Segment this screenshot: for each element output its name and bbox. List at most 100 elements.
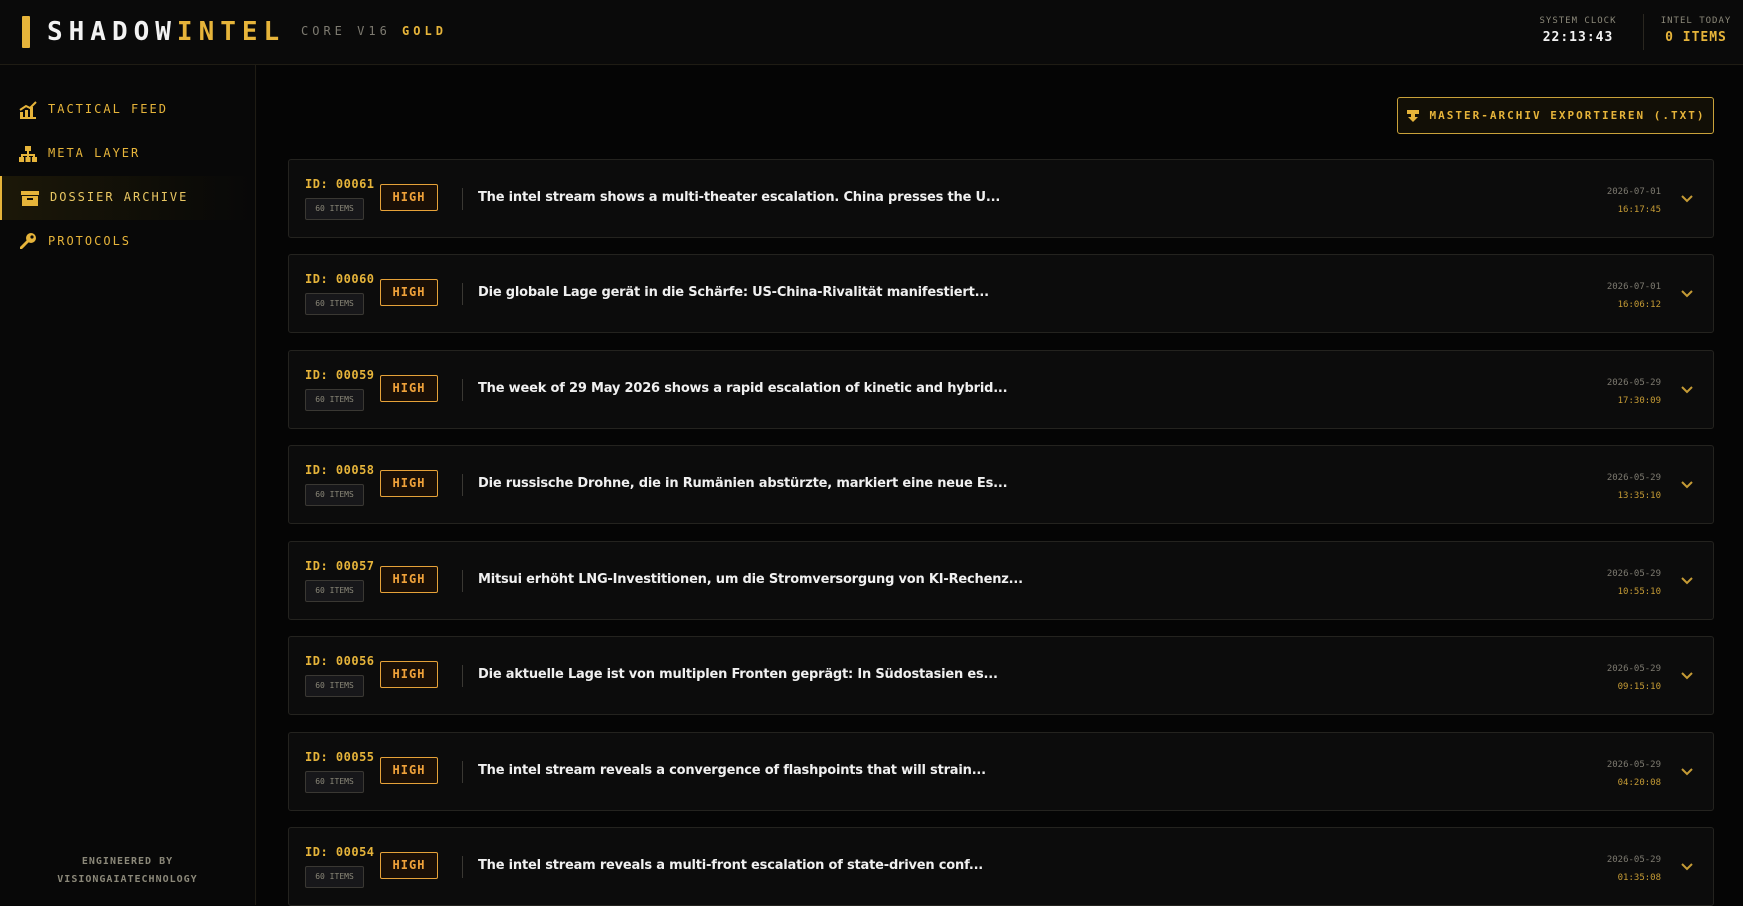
dossier-date: 2026-07-01 bbox=[1606, 187, 1661, 197]
card-divider bbox=[462, 761, 463, 783]
chevron-down-icon[interactable] bbox=[1679, 764, 1695, 780]
dossier-timestamp: 2026-05-29 04:20:08 bbox=[1607, 756, 1661, 792]
card-divider bbox=[462, 188, 463, 210]
dossier-date: 2026-05-29 bbox=[1606, 855, 1661, 865]
card-divider bbox=[462, 665, 463, 687]
chevron-down-icon[interactable] bbox=[1679, 382, 1695, 398]
brand-logo[interactable]: SHADOWINTEL bbox=[47, 17, 285, 47]
core-version: CORE V16 GOLD bbox=[301, 24, 447, 38]
dossier-summary: Die aktuelle Lage ist von multiplen Fron… bbox=[478, 667, 998, 682]
engineered-by-line2: VISIONGAIATECHNOLOGY bbox=[57, 874, 198, 885]
dossier-timestamp: 2026-05-29 01:35:08 bbox=[1607, 851, 1661, 887]
dossier-item-count: 60 ITEMS bbox=[305, 198, 364, 220]
dossier-summary: Die russische Drohne, die in Rumänien ab… bbox=[478, 476, 1008, 491]
dossier-date: 2026-07-01 bbox=[1606, 282, 1661, 292]
dossier-card[interactable]: ID: 00061 60 ITEMS HIGH The intel stream… bbox=[288, 159, 1714, 238]
archive-box-icon bbox=[21, 191, 39, 206]
download-icon bbox=[1406, 109, 1419, 122]
card-divider bbox=[462, 379, 463, 401]
dossier-date: 2026-05-29 bbox=[1606, 473, 1661, 483]
dossier-timestamp: 2026-05-29 17:30:09 bbox=[1607, 374, 1661, 410]
sidebar-item-label: PROTOCOLS bbox=[48, 234, 132, 248]
dossier-timestamp: 2026-07-01 16:06:12 bbox=[1607, 278, 1661, 314]
dossier-timestamp: 2026-05-29 13:35:10 bbox=[1607, 469, 1661, 505]
sidebar-item-label: DOSSIER ARCHIVE bbox=[50, 190, 189, 204]
dossier-card[interactable]: ID: 00058 60 ITEMS HIGH Die russische Dr… bbox=[288, 445, 1714, 524]
chevron-down-icon[interactable] bbox=[1679, 573, 1695, 589]
chevron-down-icon[interactable] bbox=[1679, 477, 1695, 493]
dossier-card[interactable]: ID: 00060 60 ITEMS HIGH Die globale Lage… bbox=[288, 254, 1714, 333]
brand-shadow: SHADOW bbox=[47, 17, 177, 47]
hierarchy-icon bbox=[19, 146, 37, 162]
chevron-down-icon[interactable] bbox=[1679, 668, 1695, 684]
dossier-time: 16:17:45 bbox=[1617, 205, 1661, 215]
dossier-card[interactable]: ID: 00054 60 ITEMS HIGH The intel stream… bbox=[288, 827, 1714, 906]
dossier-id: ID: 00054 bbox=[305, 845, 375, 859]
dossier-summary: The intel stream reveals a convergence o… bbox=[478, 763, 986, 778]
export-master-archive-button[interactable]: MASTER-ARCHIV EXPORTIEREN (.TXT) bbox=[1397, 97, 1714, 134]
dossier-id: ID: 00056 bbox=[305, 654, 375, 668]
dossier-summary: Mitsui erhöht LNG-Investitionen, um die … bbox=[478, 572, 1023, 587]
dossier-id: ID: 00061 bbox=[305, 177, 375, 191]
sidebar-item-dossier-archive[interactable]: DOSSIER ARCHIVE bbox=[0, 176, 255, 220]
dossier-card[interactable]: ID: 00056 60 ITEMS HIGH Die aktuelle Lag… bbox=[288, 636, 1714, 715]
priority-badge: HIGH bbox=[380, 757, 438, 784]
dossier-item-count: 60 ITEMS bbox=[305, 866, 364, 888]
system-clock-label: SYSTEM CLOCK bbox=[1539, 16, 1617, 26]
engineered-by-line1: ENGINEERED BY bbox=[81, 856, 174, 867]
card-divider bbox=[462, 570, 463, 592]
dossier-id: ID: 00055 bbox=[305, 750, 375, 764]
dossier-summary: The intel stream reveals a multi-front e… bbox=[478, 858, 984, 873]
dossier-date: 2026-05-29 bbox=[1606, 664, 1661, 674]
dossier-time: 09:15:10 bbox=[1617, 682, 1661, 692]
export-button-label: MASTER-ARCHIV EXPORTIEREN (.TXT) bbox=[1429, 109, 1706, 122]
dossier-date: 2026-05-29 bbox=[1606, 569, 1661, 579]
intel-today-value: 0 ITEMS bbox=[1665, 30, 1727, 45]
key-icon bbox=[20, 233, 36, 249]
dossier-card[interactable]: ID: 00055 60 ITEMS HIGH The intel stream… bbox=[288, 732, 1714, 811]
priority-badge: HIGH bbox=[380, 184, 438, 211]
priority-badge: HIGH bbox=[380, 279, 438, 306]
dossier-summary: The intel stream shows a multi-theater e… bbox=[478, 190, 1001, 205]
chevron-down-icon[interactable] bbox=[1679, 286, 1695, 302]
dossier-item-count: 60 ITEMS bbox=[305, 675, 364, 697]
dossier-summary: Die globale Lage gerät in die Schärfe: U… bbox=[478, 285, 989, 300]
dossier-timestamp: 2026-05-29 09:15:10 bbox=[1607, 660, 1661, 696]
dossier-date: 2026-05-29 bbox=[1606, 378, 1661, 388]
chevron-down-icon[interactable] bbox=[1679, 191, 1695, 207]
dossier-date: 2026-05-29 bbox=[1606, 760, 1661, 770]
sidebar-item-protocols[interactable]: PROTOCOLS bbox=[0, 220, 255, 264]
priority-badge: HIGH bbox=[380, 375, 438, 402]
dossier-time: 17:30:09 bbox=[1617, 396, 1661, 406]
dossier-card[interactable]: ID: 00057 60 ITEMS HIGH Mitsui erhöht LN… bbox=[288, 541, 1714, 620]
core-label: CORE V16 bbox=[301, 24, 391, 38]
sidebar-item-label: TACTICAL FEED bbox=[48, 102, 168, 116]
card-divider bbox=[462, 474, 463, 496]
header-divider bbox=[1643, 14, 1644, 50]
top-header: SHADOWINTEL CORE V16 GOLD SYSTEM CLOCK 2… bbox=[0, 0, 1743, 65]
system-clock: SYSTEM CLOCK 22:13:43 bbox=[1528, 16, 1628, 45]
priority-badge: HIGH bbox=[380, 470, 438, 497]
engineered-by-credit: ENGINEERED BY VISIONGAIATECHNOLOGY bbox=[0, 853, 255, 889]
dossier-time: 10:55:10 bbox=[1617, 587, 1661, 597]
dossier-item-count: 60 ITEMS bbox=[305, 389, 364, 411]
system-clock-value: 22:13:43 bbox=[1542, 30, 1614, 45]
sidebar-item-tactical-feed[interactable]: TACTICAL FEED bbox=[0, 88, 255, 132]
dossier-time: 13:35:10 bbox=[1617, 491, 1661, 501]
sidebar: TACTICAL FEED META LAYER DOSSIER ARCHIVE bbox=[0, 65, 256, 905]
dossier-item-count: 60 ITEMS bbox=[305, 484, 364, 506]
dossier-item-count: 60 ITEMS bbox=[305, 580, 364, 602]
priority-badge: HIGH bbox=[380, 661, 438, 688]
card-divider bbox=[462, 856, 463, 878]
chevron-down-icon[interactable] bbox=[1679, 859, 1695, 875]
dossier-item-count: 60 ITEMS bbox=[305, 293, 364, 315]
dossier-time: 01:35:08 bbox=[1617, 873, 1661, 883]
sidebar-item-meta-layer[interactable]: META LAYER bbox=[0, 132, 255, 176]
dossier-time: 04:20:08 bbox=[1617, 778, 1661, 788]
dossier-id: ID: 00059 bbox=[305, 368, 375, 382]
core-edition: GOLD bbox=[402, 24, 447, 38]
priority-badge: HIGH bbox=[380, 566, 438, 593]
intel-today-label: INTEL TODAY bbox=[1660, 16, 1732, 26]
dossier-card[interactable]: ID: 00059 60 ITEMS HIGH The week of 29 M… bbox=[288, 350, 1714, 429]
dossier-timestamp: 2026-07-01 16:17:45 bbox=[1607, 183, 1661, 219]
